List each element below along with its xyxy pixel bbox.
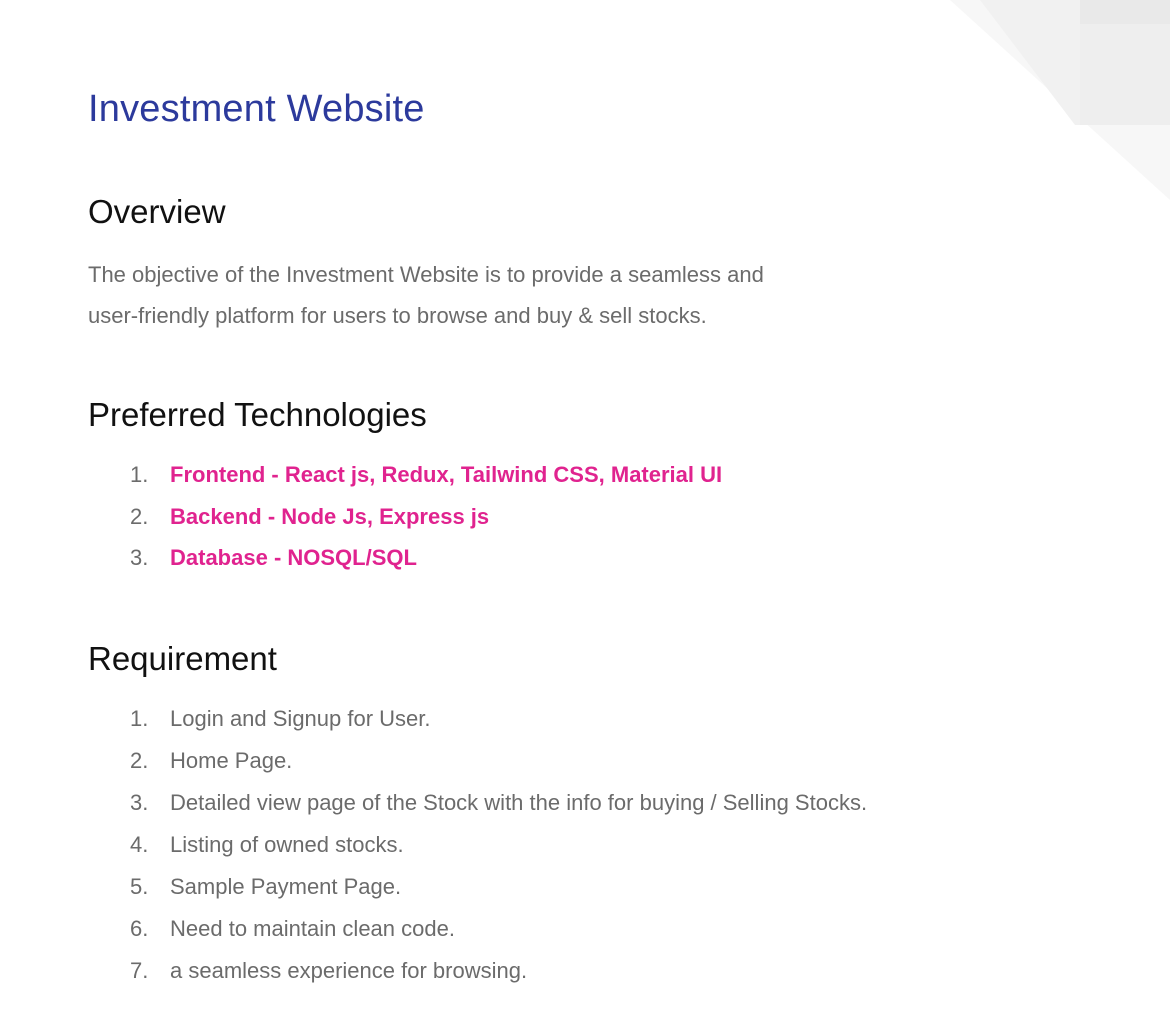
list-number: 4. — [130, 832, 149, 857]
overview-line: user-friendly platform for users to brow… — [88, 303, 707, 328]
list-number: 6. — [130, 916, 149, 941]
list-number: 5. — [130, 874, 149, 899]
requirement-text: Sample Payment Page. — [170, 874, 402, 899]
list-number: 3. — [130, 790, 149, 815]
requirement-text: Home Page. — [170, 748, 293, 773]
list-number: 1. — [130, 462, 149, 487]
overview-paragraph: The objective of the Investment Website … — [88, 254, 868, 336]
list-number: 7. — [130, 958, 149, 983]
technology-text: Frontend - React js, Redux, Tailwind CSS… — [170, 462, 723, 487]
list-number: 2. — [130, 748, 149, 773]
preferred-technologies-heading: Preferred Technologies — [88, 396, 427, 433]
corner-decoration — [950, 0, 1170, 200]
requirement-heading: Requirement — [88, 640, 277, 677]
technology-text: Database - NOSQL/SQL — [170, 545, 417, 570]
document-title: Investment Website — [88, 88, 425, 130]
requirement-text: Need to maintain clean code. — [170, 916, 455, 941]
overview-line: The objective of the Investment Website … — [88, 262, 764, 287]
list-number: 3. — [130, 545, 149, 570]
overview-heading: Overview — [88, 193, 226, 230]
requirement-text: a seamless experience for browsing. — [170, 958, 528, 983]
requirement-text: Listing of owned stocks. — [170, 832, 404, 857]
list-number: 1. — [130, 706, 149, 731]
list-number: 2. — [130, 503, 149, 529]
requirement-text: Detailed view page of the Stock with the… — [170, 790, 868, 815]
technology-text: Backend - Node Js, Express js — [170, 503, 490, 529]
requirement-text: Login and Signup for User. — [170, 706, 431, 731]
